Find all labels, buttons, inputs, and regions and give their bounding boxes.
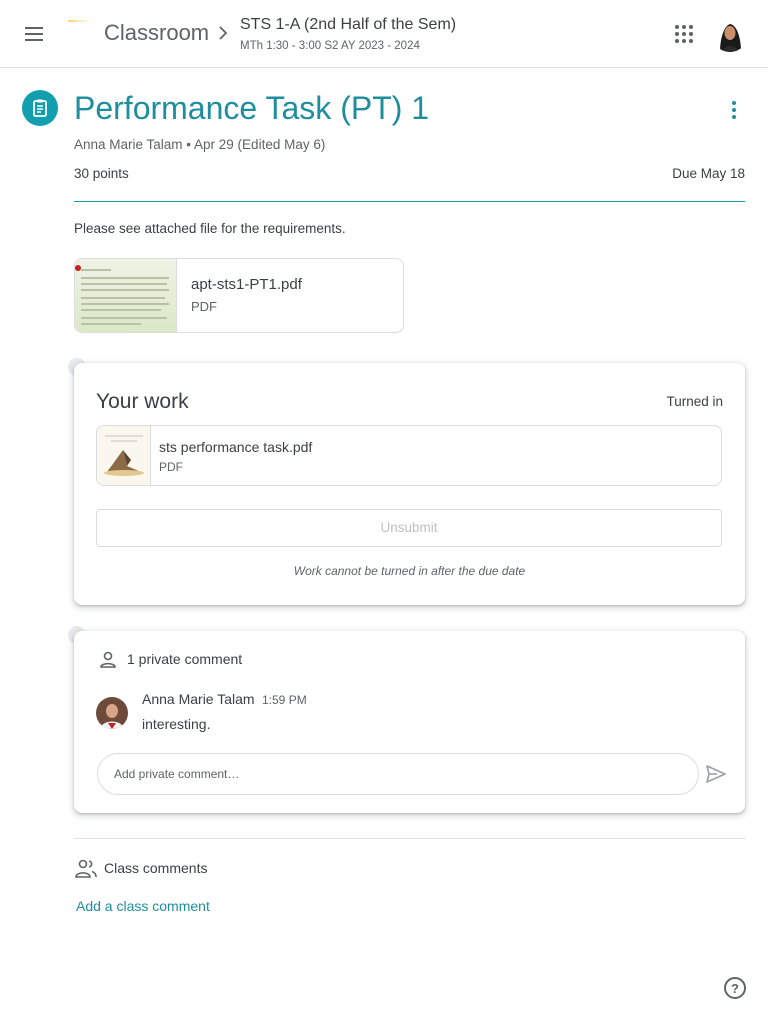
attachment-name: apt-sts1-PT1.pdf [191, 276, 302, 293]
account-avatar[interactable] [712, 16, 748, 52]
points-label: 30 points [74, 166, 129, 181]
person-icon [100, 651, 116, 668]
pdf-thumbnail [75, 259, 177, 332]
private-comments-card: 1 private comment Anna Marie Talam 1:59 … [74, 631, 745, 813]
avatar [96, 697, 128, 729]
help-icon[interactable]: ? [724, 977, 746, 999]
submitted-file-name: sts performance task.pdf [159, 439, 313, 455]
send-icon[interactable] [704, 762, 728, 786]
page-title: Performance Task (PT) 1 [74, 90, 430, 126]
status-badge: Turned in [666, 394, 723, 409]
classroom-logo [68, 20, 92, 22]
header-divider [74, 201, 745, 202]
file-thumbnail [97, 426, 151, 485]
attachment-type: PDF [191, 299, 217, 314]
unsubmit-button[interactable]: Unsubmit [96, 509, 722, 547]
class-comments-divider [74, 838, 745, 839]
class-title[interactable]: STS 1-A (2nd Half of the Sem) [240, 15, 456, 35]
private-comment-input[interactable] [97, 753, 699, 795]
due-note: Work cannot be turned in after the due d… [293, 564, 526, 578]
comment-time: 1:59 PM [262, 693, 307, 707]
chevron-right-icon [219, 26, 228, 40]
instructions-text: Please see attached file for the require… [74, 221, 346, 236]
your-work-card: Your work Turned in sts performance task… [74, 363, 745, 605]
your-work-title: Your work [96, 390, 189, 413]
assignment-icon [22, 90, 58, 126]
private-comments-heading: 1 private comment [127, 651, 243, 667]
attachment-card[interactable]: apt-sts1-PT1.pdf PDF [74, 258, 404, 333]
menu-icon[interactable] [18, 20, 50, 48]
app-name-link[interactable]: Classroom [104, 19, 209, 47]
comment-text: interesting. [142, 716, 211, 732]
people-icon [75, 859, 97, 878]
add-class-comment-link[interactable]: Add a class comment [76, 897, 210, 915]
assignment-meta: Anna Marie Talam • Apr 29 (Edited May 6) [74, 137, 326, 152]
top-app-bar: Classroom STS 1-A (2nd Half of the Sem) … [0, 0, 768, 68]
apps-grid-icon[interactable] [672, 22, 696, 46]
due-date: Due May 18 [672, 166, 745, 181]
more-options-icon[interactable] [722, 96, 746, 124]
submitted-file-type: PDF [159, 460, 183, 474]
class-comments-heading: Class comments [104, 860, 208, 876]
class-subtitle: MTh 1:30 - 3:00 S2 AY 2023 - 2024 [240, 40, 420, 52]
comment-author: Anna Marie Talam [142, 691, 255, 707]
submitted-file-card[interactable]: sts performance task.pdf PDF [96, 425, 722, 486]
